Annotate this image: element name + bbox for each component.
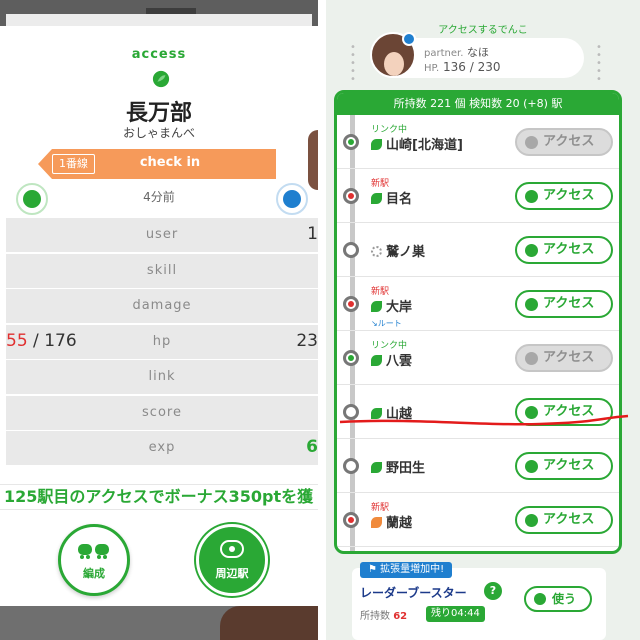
- route-label: ↘ルート: [371, 319, 402, 328]
- station-row: 新駅 目名 アクセス: [337, 169, 619, 223]
- access-icon: [525, 190, 538, 203]
- station-row: リンク中 山崎[北海道] アクセス: [337, 115, 619, 169]
- stat-row-hp: 55 / 176 hp 23: [6, 324, 318, 359]
- route-node: [343, 134, 359, 150]
- opponent-avatar-edge: [308, 130, 318, 190]
- remaining-time-badge: 残り04:44: [426, 606, 485, 622]
- decoration-dots-right: • • • • •: [596, 42, 602, 85]
- access-button[interactable]: アクセス: [515, 506, 613, 534]
- access-icon: [525, 460, 538, 473]
- access-icon: [525, 514, 538, 527]
- station-name: 蘭越: [371, 512, 412, 531]
- station-name: 大岸: [371, 296, 412, 315]
- station-row: リンク中 八雲 アクセス: [337, 331, 619, 385]
- leaf-icon: [152, 70, 170, 88]
- access-icon: [525, 298, 538, 311]
- cool-team-icon: [276, 183, 308, 215]
- use-icon: [534, 593, 546, 605]
- bonus-banner: 125駅目のアクセスでボーナス350ptを獲: [0, 484, 318, 510]
- station-name: 野田生: [371, 457, 425, 476]
- station-name: 長万部: [125, 101, 192, 126]
- exp-value-right: 6: [306, 437, 318, 457]
- red-annotation-line: [339, 414, 629, 426]
- formation-button[interactable]: 編成: [58, 524, 130, 596]
- radar-icon: [220, 540, 244, 558]
- stat-row-exp: exp 6: [6, 431, 318, 465]
- stat-row-link: link: [6, 360, 318, 394]
- station-list: 所持数 221 個 検知数 20 (+8) 駅 リンク中 山崎[北海道] アクセス新…: [334, 90, 622, 554]
- eco-team-icon: [371, 355, 382, 366]
- station-name: 目名: [371, 188, 412, 207]
- checkin-label: check in: [139, 155, 201, 170]
- route-node: [343, 188, 359, 204]
- route-node: [343, 350, 359, 366]
- station-name: 鷲ノ巣: [371, 241, 425, 260]
- access-button[interactable]: アクセス: [515, 128, 613, 156]
- station-row: 鷲ノ巣 アクセス: [337, 223, 619, 277]
- image-divider: [318, 0, 326, 640]
- access-denko-title: アクセスするでんこ: [438, 25, 528, 36]
- station-detail-panel: access 長万部 おしゃまんべ 1番線 check in 4分前 user …: [0, 0, 318, 640]
- bottom-bar: [0, 606, 318, 640]
- partner-hp: HP. 136 / 230: [424, 60, 501, 74]
- top-status-bar: [0, 0, 318, 26]
- decoration-dots-left: • • • • •: [350, 42, 356, 85]
- radar-count: 所持数 62: [360, 611, 408, 622]
- access-button[interactable]: アクセス: [515, 290, 613, 318]
- use-button[interactable]: 使う: [524, 586, 592, 612]
- access-button[interactable]: アクセス: [515, 344, 613, 372]
- station-reading: おしゃまんべ: [122, 126, 195, 140]
- eco-team-icon: [371, 193, 382, 204]
- route-node: [343, 296, 359, 312]
- access-button[interactable]: アクセス: [515, 452, 613, 480]
- cool-team-badge-icon: [402, 32, 416, 46]
- route-node: [343, 458, 359, 474]
- heat-team-icon: [371, 517, 382, 528]
- access-button[interactable]: アクセス: [515, 236, 613, 264]
- time-ago: 4分前: [143, 190, 175, 204]
- user-value-right: 1: [307, 224, 318, 244]
- access-list-panel: アクセスするでんこ • • • • • • • • • • partner. なほ HP…: [326, 0, 640, 640]
- partner-name: partner. なほ: [424, 46, 489, 59]
- nearby-stations-button[interactable]: 周辺駅: [196, 524, 268, 596]
- expansion-flag: ⚑ 拡張量増加中!: [360, 562, 453, 578]
- eco-team-icon: [371, 462, 382, 473]
- list-header: 所持数 221 個 検知数 20 (+8) 駅: [337, 93, 619, 115]
- access-icon: [525, 136, 538, 149]
- station-name: 八雲: [371, 350, 412, 369]
- access-icon: [525, 352, 538, 365]
- stat-row-skill: skill: [6, 253, 318, 288]
- access-icon: [525, 244, 538, 257]
- station-row: 新駅 蘭越 アクセス: [337, 493, 619, 547]
- neutral-station-icon: [371, 246, 382, 257]
- station-name: 山崎[北海道]: [371, 134, 463, 153]
- eco-team-icon: [371, 301, 382, 312]
- stat-row-user: user 1: [6, 218, 318, 252]
- access-label: access: [131, 47, 187, 62]
- trains-icon: [78, 544, 109, 559]
- radar-booster-name: レーダーブースター: [360, 586, 467, 600]
- station-row: 野田生 アクセス: [337, 439, 619, 493]
- hp-value-right: 23: [296, 330, 318, 351]
- access-button[interactable]: アクセス: [515, 182, 613, 210]
- station-row: 新駅 大岸 ↘ルート アクセス: [337, 277, 619, 331]
- route-node: [343, 512, 359, 528]
- line-badge: 1番線: [52, 154, 95, 174]
- eco-team-icon: [371, 139, 382, 150]
- stat-row-damage: damage: [6, 289, 318, 323]
- route-node: [343, 242, 359, 258]
- help-icon[interactable]: ?: [484, 582, 502, 600]
